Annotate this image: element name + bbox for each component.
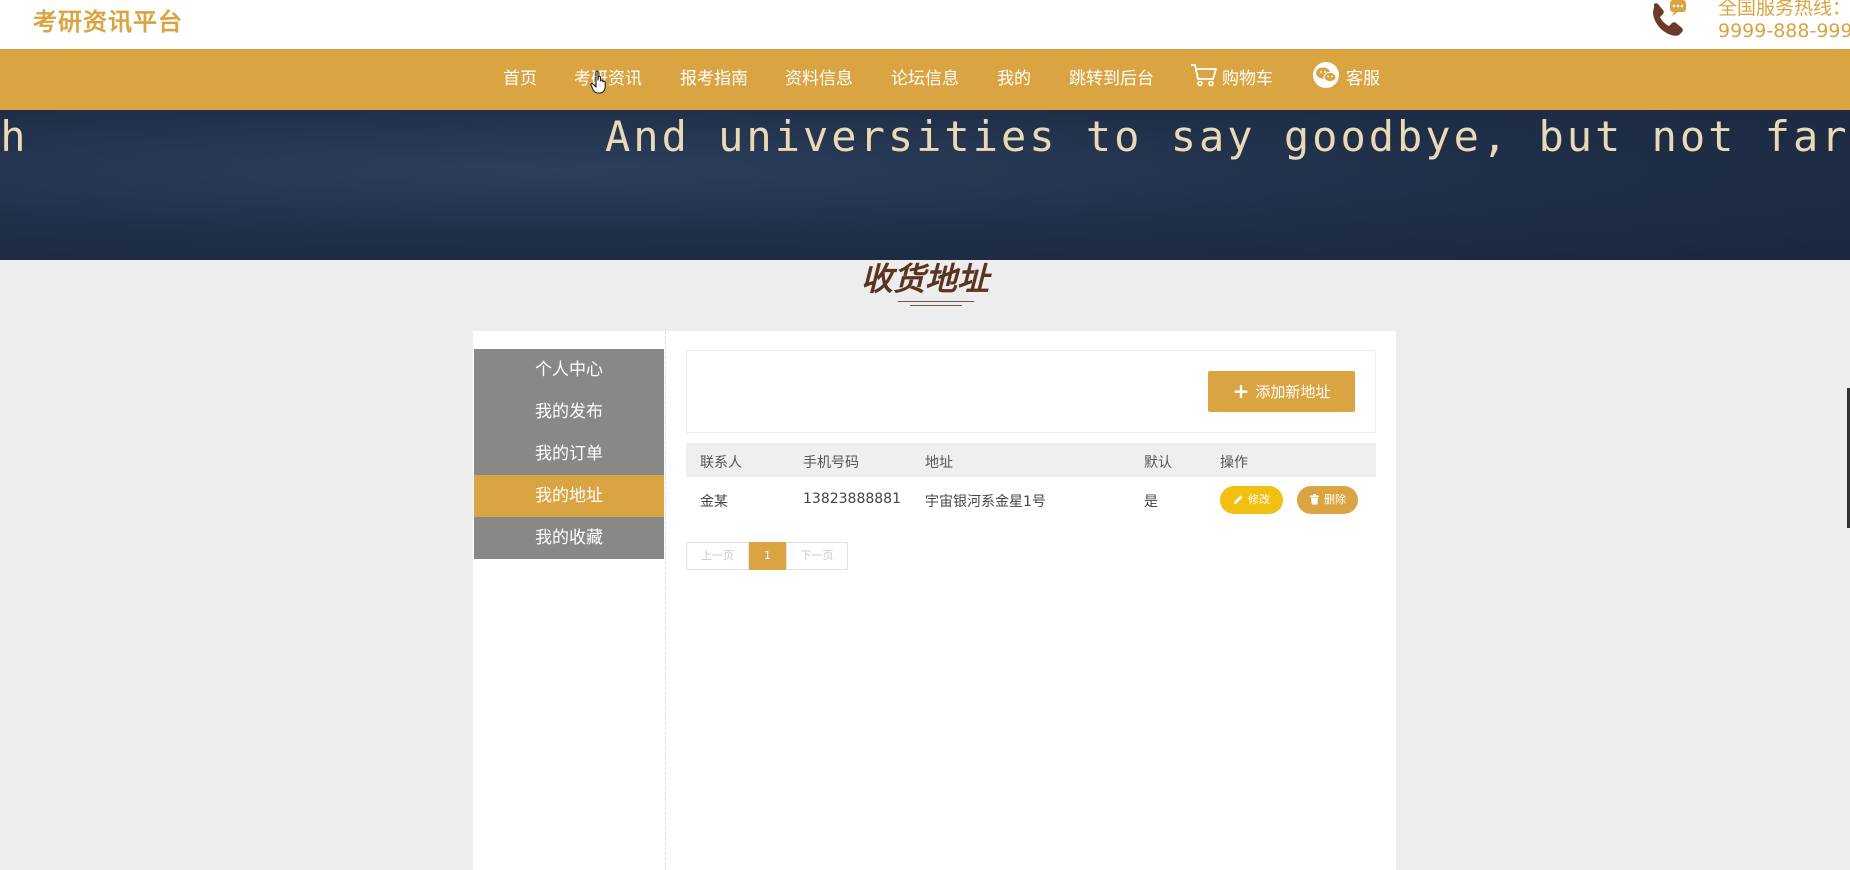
cell-contact: 金某 <box>700 494 728 510</box>
cell-default: 是 <box>1144 494 1158 510</box>
sidebar-item-profile[interactable]: 个人中心 <box>474 349 664 391</box>
top-header: 考研资讯平台 全国服务热线： 9999-888-999 <box>0 0 1850 49</box>
edit-label: 修改 <box>1248 493 1270 506</box>
column-header-actions: 操作 <box>1220 455 1248 471</box>
delete-label: 删除 <box>1324 493 1346 506</box>
hotline-number: 9999-888-999 <box>1718 20 1850 42</box>
add-address-button[interactable]: + 添加新地址 <box>1208 371 1355 412</box>
sidebar-item-orders[interactable]: 我的订单 <box>474 433 664 475</box>
nav-service[interactable]: 客服 <box>1312 49 1380 110</box>
site-title[interactable]: 考研资讯平台 <box>33 2 183 37</box>
phone-icon <box>1653 0 1686 36</box>
sidebar-item-addresses[interactable]: 我的地址 <box>474 475 664 517</box>
title-underline-short <box>910 305 962 306</box>
nav-news[interactable]: 考研资讯 <box>574 49 642 110</box>
banner-text-fragment: th <box>0 112 29 161</box>
column-header-address: 地址 <box>925 455 953 471</box>
title-underline <box>898 301 974 302</box>
edit-button[interactable]: 修改 <box>1220 486 1283 514</box>
banner: th And universities to say goodbye, but … <box>0 110 1850 260</box>
hand-cursor-icon <box>590 70 606 94</box>
banner-text: And universities to say goodbye, but not… <box>605 112 1850 161</box>
pencil-icon <box>1234 495 1243 504</box>
content-divider <box>665 331 666 870</box>
main-nav: 首页 考研资讯 报考指南 资料信息 论坛信息 我的 跳转到后台 购物车 客服 <box>0 49 1850 110</box>
nav-service-label: 客服 <box>1346 69 1380 89</box>
column-header-default: 默认 <box>1144 455 1172 471</box>
nav-admin[interactable]: 跳转到后台 <box>1069 49 1154 110</box>
prev-page-button[interactable]: 上一页 <box>686 542 749 570</box>
sidebar-item-posts[interactable]: 我的发布 <box>474 391 664 433</box>
hotline-label: 全国服务热线： <box>1718 0 1850 19</box>
page-title: 收货地址 <box>860 260 989 298</box>
next-page-button[interactable]: 下一页 <box>786 542 848 570</box>
trash-icon <box>1310 494 1319 505</box>
wechat-icon <box>1313 62 1339 88</box>
page-1-button[interactable]: 1 <box>749 542 786 570</box>
add-address-label: 添加新地址 <box>1255 383 1331 401</box>
column-header-phone: 手机号码 <box>803 455 859 471</box>
column-header-contact: 联系人 <box>700 455 742 471</box>
hotline: 全国服务热线： 9999-888-999 <box>1718 0 1850 43</box>
nav-cart[interactable]: 购物车 <box>1190 49 1273 110</box>
nav-cart-label: 购物车 <box>1222 69 1273 89</box>
nav-mine[interactable]: 我的 <box>997 49 1031 110</box>
nav-forum[interactable]: 论坛信息 <box>891 49 959 110</box>
sidebar-item-favorites[interactable]: 我的收藏 <box>474 517 664 559</box>
nav-home[interactable]: 首页 <box>503 49 537 110</box>
cell-address: 宇宙银河系金星1号 <box>925 494 1046 510</box>
delete-button[interactable]: 删除 <box>1297 486 1358 514</box>
table-header: 联系人 手机号码 地址 默认 操作 <box>686 443 1376 477</box>
cell-phone: 13823888881 <box>803 491 901 507</box>
cart-icon <box>1191 64 1217 87</box>
nav-materials[interactable]: 资料信息 <box>785 49 853 110</box>
user-sidebar: 个人中心 我的发布 我的订单 我的地址 我的收藏 <box>474 349 664 559</box>
nav-guide[interactable]: 报考指南 <box>680 49 748 110</box>
plus-icon: + <box>1232 379 1250 403</box>
